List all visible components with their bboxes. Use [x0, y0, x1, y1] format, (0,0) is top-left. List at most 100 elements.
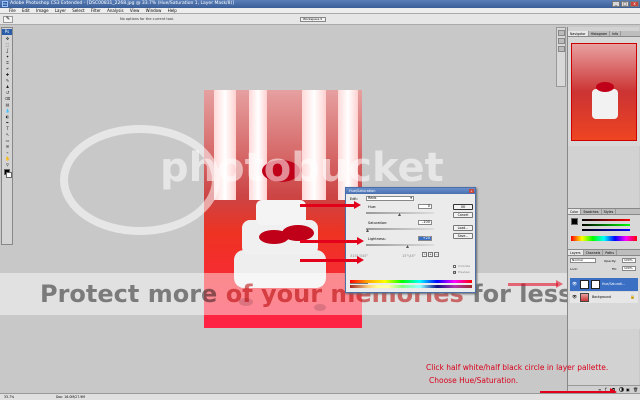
layer-row-hue-saturation[interactable]: 👁 Hue/Saturati... — [570, 278, 638, 291]
blue-slider[interactable] — [582, 229, 630, 231]
saturation-input[interactable]: -100 — [418, 220, 432, 225]
colorize-checkbox[interactable] — [453, 265, 456, 268]
pen-tool-icon[interactable]: ✒ — [3, 120, 12, 125]
tab-swatches[interactable]: Swatches — [581, 209, 602, 214]
panel-icon-strip — [556, 27, 566, 87]
brush-tool-icon[interactable]: ✎ — [3, 78, 12, 83]
rose-cluster — [282, 225, 314, 241]
magic-wand-tool-icon[interactable]: ✦ — [3, 54, 12, 59]
tab-color[interactable]: Color — [568, 209, 582, 214]
dialog-close-button[interactable]: x — [469, 189, 474, 193]
notes-tool-icon[interactable]: ✉ — [3, 144, 12, 149]
move-tool-icon[interactable]: ✥ — [3, 36, 12, 41]
color-spectrum-bar — [350, 280, 472, 283]
blend-mode-select[interactable]: Normal — [570, 258, 596, 263]
layer-mask-thumbnail[interactable] — [591, 280, 600, 289]
workspace-dropdown[interactable]: Workspace ▾ — [300, 17, 326, 22]
maximize-button[interactable]: □ — [621, 1, 629, 7]
lightness-input[interactable]: +20 — [418, 236, 432, 241]
tab-layers[interactable]: Layers — [568, 250, 584, 255]
hand-tool-icon[interactable]: ✋ — [3, 156, 12, 161]
load-button[interactable]: Load... — [453, 225, 473, 231]
preview-checkbox[interactable]: ✓ — [453, 271, 457, 274]
tool-preset-picker[interactable]: ✎ — [3, 16, 13, 23]
blur-tool-icon[interactable]: 💧 — [3, 108, 12, 113]
new-adjustment-layer-icon[interactable] — [619, 387, 624, 392]
saturation-label: Saturation: — [368, 221, 388, 225]
lasso-tool-icon[interactable]: ʆ — [3, 48, 12, 53]
layer-row-background[interactable]: 👁 Background 🔒 — [570, 292, 638, 303]
panel-dock-icon[interactable] — [558, 46, 565, 52]
green-slider[interactable] — [582, 224, 630, 226]
zoom-tool-icon[interactable]: ⚲ — [3, 162, 12, 167]
opacity-label: Opacity: — [604, 259, 617, 263]
ok-button[interactable]: OK — [453, 204, 473, 210]
tab-paths[interactable]: Paths — [603, 250, 617, 255]
cancel-button[interactable]: Cancel — [453, 212, 473, 218]
eyedropper-icon[interactable]: ⌁ — [422, 252, 427, 257]
eyedropper-minus-icon[interactable]: − — [434, 252, 439, 257]
instruction-line-1: Click half white/half black circle in la… — [426, 363, 609, 372]
dialog-title-bar[interactable]: Hue/Saturation — [346, 188, 475, 194]
navigator-panel: Navigator Histogram Info — [568, 31, 640, 146]
red-slider[interactable] — [582, 219, 630, 221]
stamp-tool-icon[interactable]: ♟ — [3, 84, 12, 89]
window-title-bar[interactable]: Adobe Photoshop CS3 Extended - [DSC00831… — [0, 0, 640, 8]
tab-channels[interactable]: Channels — [584, 250, 604, 255]
close-button[interactable]: x — [630, 1, 639, 7]
eye-icon[interactable]: 👁 — [572, 294, 577, 299]
edit-select[interactable]: Reds ▾ — [366, 196, 414, 201]
eye-icon[interactable]: 👁 — [572, 281, 577, 286]
marquee-tool-icon[interactable]: ⬚ — [3, 42, 12, 47]
hue-input[interactable]: 0 — [418, 204, 432, 209]
fill-input[interactable]: 100% — [622, 266, 636, 271]
doc-size[interactable]: Doc: 16.0M/27.9M — [56, 394, 85, 400]
hue-saturation-dialog: Hue/Saturation x Edit: Reds ▾ Hue: 0 Satu… — [345, 187, 476, 293]
annotation-arrow — [300, 240, 358, 243]
options-message: No options for the current tool. — [120, 17, 175, 21]
photoshop-app-icon[interactable]: Ps — [2, 1, 8, 7]
color-ramp[interactable] — [571, 236, 637, 241]
tab-navigator[interactable]: Navigator — [568, 31, 589, 36]
annotation-arrowhead — [354, 201, 361, 209]
crop-tool-icon[interactable]: ⌗ — [3, 60, 12, 65]
fg-color-chip[interactable] — [571, 218, 578, 225]
eyedropper-plus-icon[interactable]: + — [428, 252, 433, 257]
new-layer-icon[interactable]: ▣ — [626, 387, 630, 392]
lock-icon: 🔒 — [630, 294, 635, 299]
preview-label: Preview — [458, 270, 470, 274]
gradient-tool-icon[interactable]: ▤ — [3, 102, 12, 107]
eraser-tool-icon[interactable]: ⌫ — [3, 96, 12, 101]
zoom-level[interactable]: 33.7% — [4, 394, 14, 400]
range-slider[interactable] — [350, 283, 368, 284]
healing-tool-icon[interactable]: ✚ — [3, 72, 12, 77]
eyedropper-tool-icon[interactable]: ⌁ — [3, 150, 12, 155]
type-tool-icon[interactable]: T — [3, 126, 12, 131]
tab-histogram[interactable]: Histogram — [589, 31, 611, 36]
watermark-brand: photobucket — [160, 145, 444, 191]
saturation-slider[interactable] — [366, 228, 434, 230]
opacity-input[interactable]: 100% — [622, 258, 636, 263]
minimize-button[interactable]: _ — [612, 1, 620, 7]
panel-dock-icon[interactable] — [558, 30, 565, 36]
save-button[interactable]: Save... — [453, 233, 473, 239]
lightness-slider[interactable] — [366, 244, 434, 246]
background-color-swatch[interactable] — [6, 172, 12, 178]
slice-tool-icon[interactable]: ⌿ — [3, 66, 12, 71]
cake-top-tier — [256, 200, 306, 225]
annotation-arrowhead — [357, 256, 364, 264]
navigator-thumbnail[interactable] — [571, 43, 637, 141]
colorize-label: Colorize — [458, 264, 471, 268]
delete-layer-icon[interactable]: 🗑 — [633, 387, 638, 392]
path-select-tool-icon[interactable]: ↖ — [3, 132, 12, 137]
navigator-tabs: Navigator Histogram Info — [568, 31, 640, 37]
tab-info[interactable]: Info — [610, 31, 622, 36]
dodge-tool-icon[interactable]: ◐ — [3, 114, 12, 119]
history-brush-tool-icon[interactable]: ↺ — [3, 90, 12, 95]
tab-styles[interactable]: Styles — [602, 209, 617, 214]
chevron-down-icon: ▾ — [410, 196, 412, 200]
hue-slider[interactable] — [366, 212, 434, 214]
shape-tool-icon[interactable]: ▭ — [3, 138, 12, 143]
adjustment-layer-icon — [580, 280, 589, 289]
panel-dock-icon[interactable] — [558, 38, 565, 44]
